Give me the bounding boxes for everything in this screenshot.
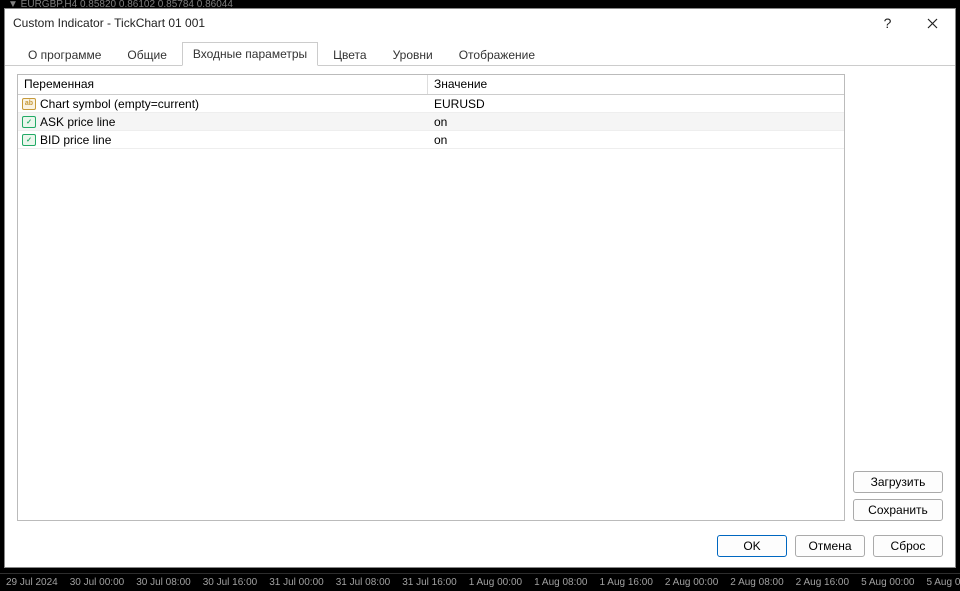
timeline-tick: 5 Aug 00:00 [855,577,920,588]
timeline-tick: 5 Aug 08:00 [920,577,960,588]
column-header-variable[interactable]: Переменная [18,75,428,94]
tab-common[interactable]: Общие [116,43,177,66]
table-row[interactable]: ✓ BID price lineon [18,131,844,149]
save-button[interactable]: Сохранить [853,499,943,521]
table-row[interactable]: ✓ ASK price lineon [18,113,844,131]
timeline-tick: 30 Jul 00:00 [64,577,131,588]
chart-timeline: 29 Jul 202430 Jul 00:0030 Jul 08:0030 Ju… [0,573,960,591]
titlebar: Custom Indicator - TickChart 01 001 ? [5,9,955,37]
row-value[interactable]: on [428,133,844,147]
tab-about[interactable]: О программе [17,43,112,66]
indicator-dialog: Custom Indicator - TickChart 01 001 ? О … [4,8,956,568]
row-variable: ASK price line [40,115,428,129]
timeline-tick: 2 Aug 00:00 [659,577,724,588]
row-variable: Chart symbol (empty=current) [40,97,428,111]
bool-type-icon: ✓ [22,116,36,128]
timeline-tick: 1 Aug 00:00 [463,577,528,588]
timeline-tick: 2 Aug 16:00 [790,577,855,588]
timeline-tick: 2 Aug 08:00 [724,577,789,588]
string-type-icon: ab [22,98,36,110]
close-button[interactable] [910,9,955,37]
timeline-tick: 29 Jul 2024 [0,577,64,588]
dialog-title: Custom Indicator - TickChart 01 001 [13,16,205,30]
grid-body: ab Chart symbol (empty=current)EURUSD ✓ ASK… [18,95,844,520]
timeline-tick: 1 Aug 08:00 [528,577,593,588]
row-value[interactable]: EURUSD [428,97,844,111]
dialog-footer: OK Отмена Сброс [5,529,955,567]
timeline-tick: 31 Jul 00:00 [263,577,330,588]
tab-bar: О программе Общие Входные параметры Цвет… [5,37,955,66]
column-header-value[interactable]: Значение [428,75,844,94]
tab-levels[interactable]: Уровни [382,43,444,66]
table-row[interactable]: ab Chart symbol (empty=current)EURUSD [18,95,844,113]
side-buttons: Загрузить Сохранить [853,74,943,521]
load-button[interactable]: Загрузить [853,471,943,493]
timeline-tick: 30 Jul 08:00 [130,577,197,588]
grid-header: Переменная Значение [18,75,844,95]
tab-inputs[interactable]: Входные параметры [182,42,318,66]
close-icon [927,18,938,29]
row-variable: BID price line [40,133,428,147]
tab-visualization[interactable]: Отображение [448,43,546,66]
content-area: Переменная Значение ab Chart symbol (empt… [5,66,955,529]
timeline-tick: 1 Aug 16:00 [594,577,659,588]
timeline-tick: 30 Jul 16:00 [197,577,264,588]
timeline-tick: 31 Jul 16:00 [396,577,463,588]
help-button[interactable]: ? [865,9,910,37]
timeline-tick: 31 Jul 08:00 [330,577,397,588]
tab-colors[interactable]: Цвета [322,43,377,66]
cancel-button[interactable]: Отмена [795,535,865,557]
reset-button[interactable]: Сброс [873,535,943,557]
bool-type-icon: ✓ [22,134,36,146]
ok-button[interactable]: OK [717,535,787,557]
row-value[interactable]: on [428,115,844,129]
parameters-grid: Переменная Значение ab Chart symbol (empt… [17,74,845,521]
